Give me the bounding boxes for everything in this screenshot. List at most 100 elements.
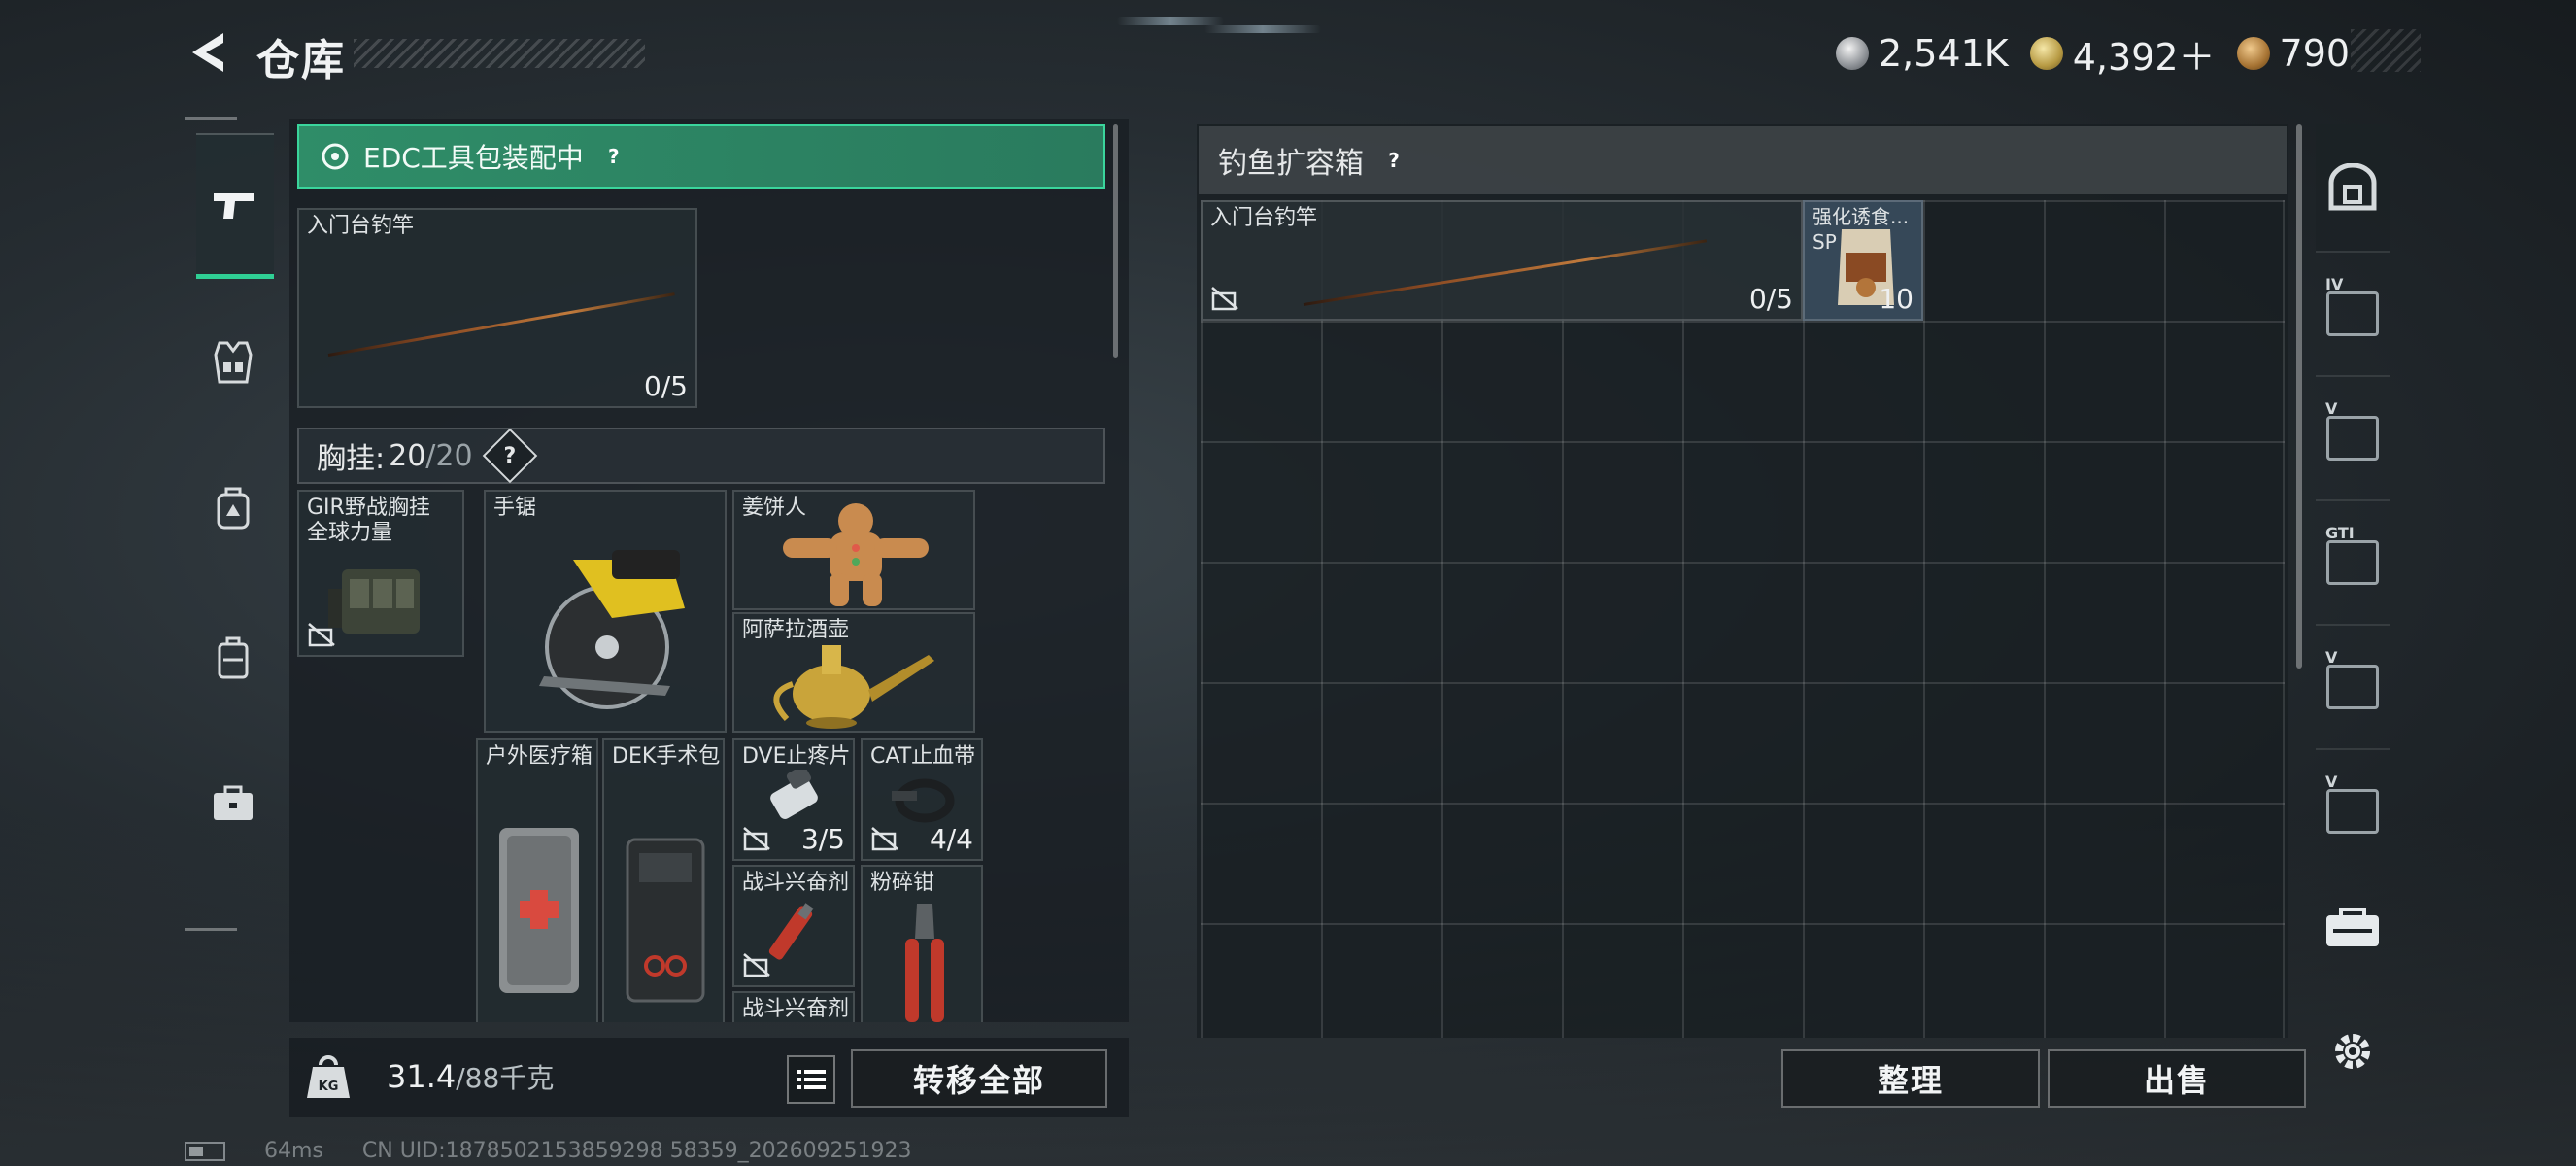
case-icon: [218, 636, 249, 679]
chest-rig-label: 胸挂:: [317, 442, 386, 476]
case-box-icon: GTI: [2325, 524, 2379, 585]
chest-rig-slot[interactable]: GIR野战胸挂 全球力量: [297, 490, 464, 657]
currency-value: 2,541K: [1879, 32, 2009, 75]
chest-rig-max: /20: [425, 438, 473, 473]
fishing-rod-icon: [327, 292, 675, 357]
item-slot-stimulant[interactable]: 战斗兴奋剂: [732, 865, 855, 987]
item-label: 入门台钓竿: [1210, 206, 1318, 230]
circular-saw-icon: [539, 550, 685, 709]
list-view-button[interactable]: [787, 1055, 835, 1104]
ping-readout: 64ms: [264, 1139, 323, 1163]
case-box-icon: V: [2325, 648, 2379, 709]
case-rail: IV V GTI V V: [2316, 124, 2390, 863]
fishing-case-tab[interactable]: [2316, 874, 2390, 981]
silver-coin-icon: [1836, 37, 1869, 70]
item-slot-pliers[interactable]: 粉碎钳: [861, 865, 983, 1022]
rail-item-case[interactable]: [194, 619, 272, 697]
item-label: CAT止血带: [870, 744, 976, 769]
currency-gold[interactable]: 4,392＋: [2029, 27, 2216, 81]
transfer-all-button[interactable]: 转移全部: [851, 1049, 1107, 1108]
item-label: 战斗兴奋剂: [742, 871, 850, 895]
item-slot-painkiller[interactable]: DVE止疼片 3/5: [732, 738, 855, 861]
surgery-kit-icon: [626, 838, 705, 1003]
item-count: 0/5: [643, 370, 688, 402]
rail-item-weapons[interactable]: [196, 133, 274, 279]
uid-readout: CN UID:1878502153859298 58359_2026092519…: [361, 1139, 912, 1163]
gingerbread-icon: [783, 503, 929, 606]
help-icon[interactable]: ?: [482, 428, 537, 484]
item-label: DVE止疼片: [742, 744, 851, 769]
grid-item-bait[interactable]: 强化诱食... SP 10: [1803, 200, 1923, 321]
container-header: 钓鱼扩容箱 ?: [1199, 126, 2287, 194]
bronze-coin-icon: [2236, 37, 2270, 70]
item-label: 手锯: [493, 496, 537, 520]
currency-value: 790: [2279, 32, 2351, 75]
case-slot[interactable]: GTI: [2316, 499, 2390, 624]
chest-rig-icon: [328, 569, 420, 634]
fishing-rod-slot[interactable]: 入门台钓竿 0/5: [297, 208, 697, 408]
case-slot[interactable]: V: [2316, 624, 2390, 748]
case-box-icon: V: [2325, 772, 2379, 834]
medical-kit-icon: [499, 828, 579, 993]
category-rail: [185, 117, 274, 931]
loadout-panel: EDC工具包装配中 ? 入门台钓竿 0/5 胸挂: 20/20 ? GIR野战胸…: [289, 119, 1129, 1022]
pistol-icon: [214, 192, 254, 219]
container-scrollbar[interactable]: [2296, 124, 2302, 669]
item-slot-surgery-kit[interactable]: DEK手术包: [602, 738, 725, 1022]
container-title: 钓鱼扩容箱: [1218, 147, 1364, 181]
item-slot-wine-ewer[interactable]: 阿萨拉酒壶: [732, 612, 975, 733]
weight-icon: KG: [307, 1055, 350, 1098]
item-label: 粉碎钳: [870, 871, 935, 895]
painkiller-icon: [770, 770, 818, 819]
rail-item-vest[interactable]: [194, 324, 272, 401]
no-insure-icon: [1211, 287, 1238, 311]
case-slot[interactable]: V: [2316, 748, 2390, 873]
item-slot-gingerbread[interactable]: 姜饼人: [732, 490, 975, 610]
case-box-icon: IV: [2325, 275, 2379, 336]
title-decoration: [354, 39, 645, 68]
gold-coin-icon: [2029, 37, 2063, 70]
chest-rig-header: 胸挂: 20/20 ?: [297, 428, 1105, 484]
rail-item-toolbox[interactable]: [194, 765, 272, 842]
sort-button[interactable]: 整理: [1781, 1049, 2040, 1108]
fishing-case-icon: [2326, 908, 2379, 946]
case-slot[interactable]: IV: [2316, 251, 2390, 375]
item-slot-saw[interactable]: 手锯: [484, 490, 727, 733]
toolbox-icon: [214, 785, 253, 820]
container-grid[interactable]: 入门台钓竿 0/5 强化诱食... SP 10: [1201, 200, 2285, 1038]
safe-box-icon: [2328, 163, 2377, 211]
currency-bronze[interactable]: 790: [2236, 32, 2351, 75]
help-icon[interactable]: ?: [597, 140, 630, 173]
fishing-rod-icon: [1303, 239, 1708, 306]
status-bar: 64ms CN UID:1878502153859298 58359_20260…: [185, 1139, 912, 1163]
gear-badge-icon: [322, 143, 349, 170]
currency-silver[interactable]: 2,541K: [1836, 32, 2009, 75]
item-label: 入门台钓竿: [307, 214, 415, 238]
case-slot[interactable]: V: [2316, 375, 2390, 499]
loadout-scrollbar[interactable]: [1113, 124, 1118, 358]
grid-item-fishing-rod[interactable]: 入门台钓竿 0/5: [1201, 200, 1803, 321]
edc-toolkit-banner[interactable]: EDC工具包装配中 ?: [297, 124, 1105, 189]
help-icon[interactable]: ?: [1377, 144, 1410, 177]
weight-readout: 31.4/88千克: [387, 1058, 555, 1095]
item-slot-tourniquet[interactable]: CAT止血带 4/4: [861, 738, 983, 861]
svg-text:KG: KG: [319, 1080, 339, 1094]
back-arrow-icon[interactable]: [185, 27, 229, 78]
container-panel: 钓鱼扩容箱 ? 入门台钓竿 0/5 强化诱食... SP 10: [1197, 124, 2288, 1038]
rail-item-backpack[interactable]: [194, 469, 272, 547]
battery-icon: [185, 1141, 225, 1161]
sell-button[interactable]: 出售: [2048, 1049, 2306, 1108]
currency-bar: 2,541K 4,392＋ 790: [1836, 27, 2351, 81]
item-label: 户外医疗箱: [486, 744, 593, 769]
item-count: 3/5: [800, 823, 845, 855]
settings-gear-icon[interactable]: [2327, 1026, 2378, 1077]
case-rail-header[interactable]: [2316, 124, 2390, 251]
list-icon: [797, 1070, 826, 1089]
item-slot-stimulant[interactable]: 战斗兴奋剂: [732, 991, 855, 1022]
no-insure-icon: [871, 827, 898, 851]
item-count: 10: [1879, 283, 1914, 315]
backpack-icon: [217, 487, 250, 530]
currency-decoration: [2351, 29, 2421, 72]
no-insure-icon: [308, 623, 335, 647]
item-slot-medical-kit[interactable]: 户外医疗箱: [476, 738, 598, 1022]
